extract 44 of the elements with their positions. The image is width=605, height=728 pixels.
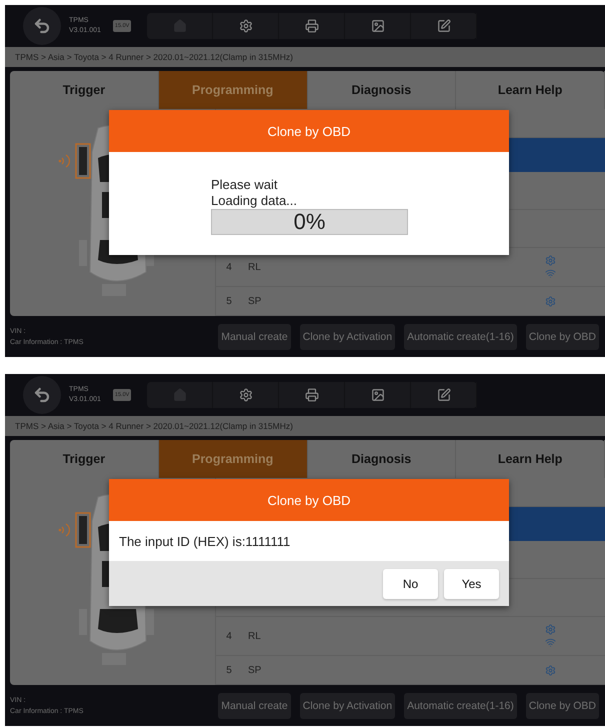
sensor-icon: [544, 664, 556, 676]
action-button[interactable]: Clone by OBD: [526, 692, 599, 718]
breadcrumb: TPMS > Asia > Toyota > 4 Runner > 2020.01~2021.12(Clamp in 315MHz): [5, 416, 605, 436]
action-button[interactable]: Manual create: [218, 692, 291, 718]
tire-position: RL: [247, 630, 262, 642]
tab[interactable]: Programming: [158, 71, 308, 109]
settings-icon: [238, 19, 253, 33]
row-number: 4: [225, 630, 233, 642]
dialog-title: Clone by OBD: [109, 479, 509, 521]
dialog-button[interactable]: Yes: [444, 568, 499, 598]
settings-icon: [238, 388, 253, 402]
sensor-icon: [544, 296, 556, 307]
progress-reading: 0%: [294, 209, 326, 235]
action-button[interactable]: Automatic create(1-16): [404, 692, 517, 718]
tab[interactable]: Programming: [158, 440, 308, 478]
back-button[interactable]: [23, 376, 61, 414]
action-button[interactable]: Manual create: [218, 324, 291, 350]
sensor-icon: [544, 255, 556, 266]
back-arrow-icon: [33, 17, 51, 35]
action-button[interactable]: Automatic create(1-16): [404, 324, 517, 350]
dialog-message: Please wait: [211, 177, 278, 193]
edit-icon: [436, 19, 451, 33]
tire-position: SP: [247, 296, 262, 307]
printer-icon: [304, 388, 319, 402]
image-icon: [370, 388, 385, 402]
edit-icon: [436, 388, 451, 402]
back-arrow-icon: [33, 386, 51, 404]
breadcrumb: TPMS > Asia > Toyota > 4 Runner > 2020.01~2021.12(Clamp in 315MHz): [5, 47, 605, 67]
action-button[interactable]: Clone by OBD: [526, 324, 599, 350]
row-number: 4: [225, 262, 233, 273]
tire-position: RL: [247, 262, 262, 273]
dialog-button[interactable]: No: [383, 568, 438, 598]
action-button[interactable]: Clone by Activation: [300, 324, 396, 350]
back-button[interactable]: [23, 7, 61, 45]
row-number: 5: [225, 664, 233, 676]
image-icon: [370, 19, 385, 33]
row-number: 5: [225, 296, 233, 307]
sensor-icon: [544, 624, 556, 636]
dialog-title: Clone by OBD: [109, 110, 509, 152]
dialog-message: The input ID (HEX) is:1111111: [118, 532, 292, 551]
tire-position: SP: [247, 664, 262, 676]
action-button[interactable]: Clone by Activation: [300, 692, 396, 718]
printer-icon: [304, 19, 319, 33]
dialog-message: Loading data...: [211, 193, 298, 209]
